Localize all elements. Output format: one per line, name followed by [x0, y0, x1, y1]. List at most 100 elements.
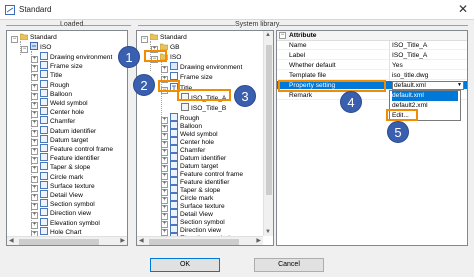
scroll-up-icon[interactable]: ▲ [265, 32, 271, 38]
node-type-icon [40, 52, 48, 60]
window-title: Standard [19, 5, 52, 14]
node-type-icon [40, 153, 48, 162]
node-type-icon [170, 193, 178, 201]
node-type-icon [170, 185, 178, 193]
properties-panel[interactable]: − Attribute Name ISO_Title_A Label ISO_Titl… [276, 30, 468, 246]
tree-node-label: Frame size [50, 63, 83, 71]
tree-node-iso-title-b[interactable]: ISO_Title_B [181, 103, 226, 113]
node-type-icon [170, 225, 178, 233]
frame-size-icon [170, 72, 178, 80]
scroll-thumb[interactable] [149, 239, 239, 245]
property-value[interactable]: ISO_Title_A [392, 51, 427, 60]
node-type-icon [40, 190, 48, 198]
node-type-icon [40, 226, 48, 235]
tree-node-label: Datum identifier [50, 127, 97, 135]
node-type-icon [40, 116, 48, 125]
tree-node-standard[interactable]: − Standard [11, 32, 57, 43]
node-type-icon [170, 201, 178, 209]
node-type-icon [40, 98, 48, 106]
property-row-name[interactable]: Name ISO_Title_A [277, 41, 467, 50]
tree-node-label: Feature identifier [50, 155, 100, 163]
cancel-button[interactable]: Cancel [254, 258, 324, 272]
tree-node-label: Section symbol [50, 201, 95, 209]
callout-2: 2 [133, 74, 155, 96]
dropdown-option[interactable]: default.xml [392, 91, 458, 101]
property-row-template-file[interactable]: Template file iso_title.dwg [277, 71, 467, 80]
node-type-icon [170, 169, 178, 177]
tree-node-label: GB [170, 44, 180, 51]
node-type-icon [40, 88, 48, 97]
scroll-left-icon[interactable]: ◀ [9, 237, 14, 244]
tree-node-drawing-environment[interactable]: + Drawing environment [161, 62, 242, 73]
property-row-whether-default[interactable]: Whether default Yes [277, 61, 467, 70]
node-type-icon [40, 134, 48, 143]
property-setting-select[interactable]: default.xml ▼ [392, 81, 464, 90]
loaded-tree-panel[interactable]: − Standard − ISO + Drawing environment + Fram… [6, 30, 128, 246]
folder-icon [150, 33, 158, 40]
property-value[interactable]: ISO_Title_A [392, 41, 427, 50]
node-type-icon [40, 199, 48, 208]
tree-node-label: Elevation symbol [50, 219, 100, 227]
tree-node-label: Feature control frame [50, 146, 114, 153]
callout-4: 4 [340, 91, 362, 113]
tree-node-label: ISO_Title_B [191, 105, 227, 112]
node-type-icon [40, 61, 48, 70]
library-tree-panel[interactable]: − Standard + GB − ISO + Drawing environment … [136, 30, 274, 246]
node-type-icon [170, 129, 178, 137]
node-type-icon [40, 171, 48, 180]
node-type-icon [170, 177, 178, 185]
node-type-icon [170, 113, 178, 121]
loaded-group-label: Loaded [60, 21, 84, 28]
property-row-label[interactable]: Label ISO_Title_A [277, 51, 467, 60]
node-type-icon [170, 121, 178, 129]
node-type-icon [170, 217, 178, 225]
node-type-icon [170, 145, 178, 153]
horizontal-scrollbar[interactable]: ◀ ▶ [7, 236, 127, 245]
tree-node-label: Datum target [50, 136, 89, 144]
highlight-iso [144, 50, 167, 62]
property-value[interactable]: Yes [392, 61, 403, 70]
node-type-icon [40, 79, 48, 88]
tree-node-label: ISO [40, 44, 52, 51]
tree-node-label: Standard [160, 34, 187, 41]
property-value[interactable]: iso_title.dwg [392, 71, 428, 80]
node-type-icon [170, 153, 178, 161]
property-name: Whether default [289, 62, 336, 69]
ok-button[interactable]: OK [150, 258, 220, 272]
tree-node-label: Circle mark [50, 173, 84, 181]
title-template-icon [181, 103, 189, 111]
library-group-line [138, 25, 468, 26]
node-type-icon [40, 217, 48, 226]
collapse-icon[interactable]: − [141, 36, 148, 43]
node-type-icon [170, 137, 178, 145]
node-type-icon [40, 180, 48, 189]
collapse-icon[interactable]: − [279, 32, 286, 39]
property-name: Name [289, 42, 307, 49]
node-type-icon [170, 209, 178, 217]
vertical-scrollbar[interactable]: ▲ ▼ [263, 31, 273, 236]
tree-node-iso[interactable]: − ISO [21, 42, 52, 53]
folder-icon [20, 33, 28, 40]
tree-node-label: Weld symbol [50, 100, 88, 107]
scroll-right-icon[interactable]: ▶ [120, 237, 125, 244]
scroll-thumb[interactable] [266, 45, 272, 195]
tree-node-label: Center hole [50, 109, 85, 117]
scroll-right-icon[interactable]: ▶ [256, 237, 261, 244]
tree-node-label: Surface texture [50, 182, 95, 190]
close-icon[interactable]: ✕ [458, 2, 468, 16]
property-group-header[interactable]: − Attribute [277, 31, 467, 41]
horizontal-scrollbar[interactable]: ◀ ▶ [137, 236, 263, 245]
scroll-down-icon[interactable]: ▼ [265, 229, 271, 235]
collapse-icon[interactable]: − [21, 46, 28, 53]
chevron-down-icon[interactable]: ▼ [457, 82, 462, 89]
property-name: Template file [289, 72, 327, 79]
node-type-icon [170, 161, 178, 169]
scroll-thumb[interactable] [19, 239, 99, 245]
node-type-icon [40, 107, 48, 116]
scroll-left-icon[interactable]: ◀ [139, 237, 144, 244]
tree-node-label: Rough [50, 81, 70, 89]
property-group-label: Attribute [289, 32, 317, 39]
tree-node-standard[interactable]: − Standard [141, 32, 187, 43]
collapse-icon[interactable]: − [11, 36, 18, 43]
tree-node-label: Chamfer [50, 118, 76, 126]
